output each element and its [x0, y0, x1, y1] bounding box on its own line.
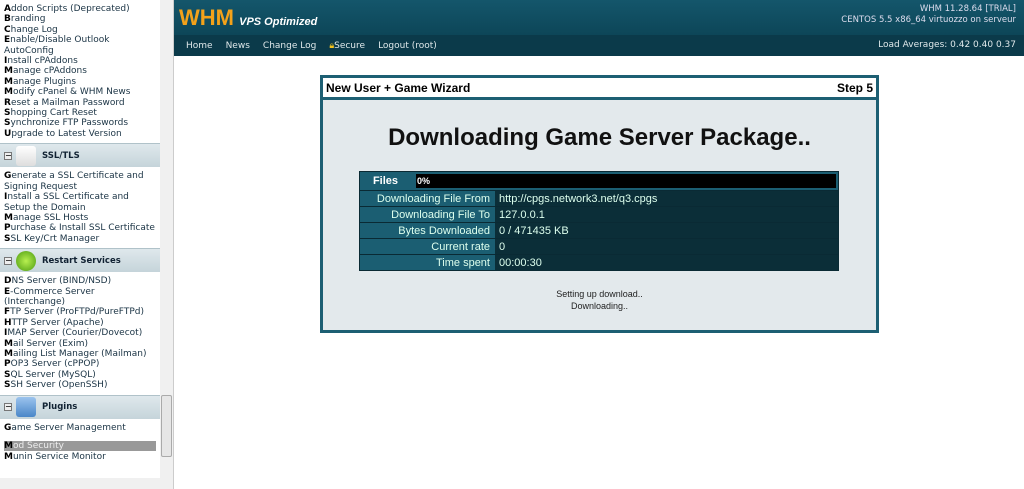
sidebar-link-manage-cpaddons[interactable]: Manage cPAddons — [4, 66, 156, 76]
sidebar-link-install-cpaddons[interactable]: Install cPAddons — [4, 56, 156, 66]
nav-home[interactable]: Home — [186, 41, 213, 51]
row-value: 00:00:30 — [495, 255, 838, 270]
sidebar-link-mailing-list-manager-mailman[interactable]: Mailing List Manager (Mailman) — [4, 349, 156, 359]
nav-change-log[interactable]: Change Log — [263, 41, 316, 51]
sidebar: Addon Scripts (Deprecated) Branding Change… — [0, 0, 174, 489]
row-value: http://cpgs.network3.net/q3.cpgs — [495, 191, 838, 206]
collapse-icon[interactable]: − — [4, 403, 12, 412]
row-value: 0 — [495, 239, 838, 254]
status-messages: Setting up download.. Downloading.. — [323, 288, 876, 312]
sidebar-list: Generate a SSL Certificate and Signing R… — [0, 167, 173, 248]
sidebar-link-addon-scripts-deprecated[interactable]: Addon Scripts (Deprecated) — [4, 4, 156, 14]
sidebar-horizontal-scrollbar[interactable] — [0, 478, 173, 489]
collapse-icon[interactable]: − — [4, 256, 12, 265]
sidebar-list: DNS Server (BIND/NSD) E-Commerce Server (… — [0, 272, 173, 394]
nav-news[interactable]: News — [226, 41, 250, 51]
sidebar-link-synchronize-ftp-passwords[interactable]: Synchronize FTP Passwords — [4, 118, 156, 128]
nav-logout[interactable]: Logout (root) — [378, 41, 437, 51]
wizard-title-bar: New User + Game Wizard Step 5 — [323, 78, 876, 100]
restart-icon — [16, 250, 36, 271]
wizard-panel: New User + Game Wizard Step 5 Downloadin… — [320, 75, 879, 333]
puzzle-icon — [16, 397, 36, 418]
sidebar-vertical-scrollbar[interactable] — [160, 0, 173, 478]
logo-subtitle: VPS Optimized — [239, 16, 318, 28]
status-line: Setting up download.. — [556, 289, 643, 299]
status-line: Downloading.. — [570, 301, 629, 311]
sidebar-link-munin-service-monitor[interactable]: Munin Service Monitor — [4, 452, 156, 462]
sidebar-link-e-commerce-server-interchange[interactable]: E-Commerce Server (Interchange) — [4, 287, 156, 308]
load-averages: Load Averages: 0.42 0.40 0.37 — [878, 40, 1016, 50]
sidebar-link-manage-ssl-hosts[interactable]: Manage SSL Hosts — [4, 213, 156, 223]
top-nav: Home News Change Log 🔒︎Secure Logout (ro… — [174, 35, 1024, 56]
sidebar-link-manage-plugins[interactable]: Manage Plugins — [4, 77, 156, 87]
sidebar-link-enable-disable-outlook-autoconfig[interactable]: Enable/Disable Outlook AutoConfig — [4, 35, 156, 56]
row-label: Time spent — [435, 257, 490, 269]
wizard-heading: Downloading Game Server Package.. — [388, 124, 811, 151]
os-text: CENTOS 5.5 x86_64 virtuozzo on serveur — [841, 15, 1016, 25]
files-progress-bar: 0% — [416, 174, 836, 188]
sidebar-content: Addon Scripts (Deprecated) Branding Change… — [0, 0, 173, 466]
secure-label: Secure — [334, 40, 366, 51]
section-title: Restart Services — [42, 255, 121, 266]
section-title: SSL/TLS — [42, 150, 80, 161]
sidebar-link-modify-cpanel-whm-news[interactable]: Modify cPanel & WHM News — [4, 87, 156, 97]
section-header-plugins[interactable]: − Plugins — [0, 394, 160, 419]
section-header-ssl-tls[interactable]: − SSL/TLS — [0, 143, 160, 168]
scrollbar-thumb[interactable] — [161, 395, 172, 457]
sidebar-link-branding[interactable]: Branding — [4, 14, 156, 24]
files-row: Files 0% — [360, 172, 838, 191]
sidebar-link-mod-security[interactable]: Mod Security — [4, 441, 156, 452]
sidebar-link-change-log[interactable]: Change Log — [4, 25, 156, 35]
row-label: Downloading File From — [376, 193, 490, 205]
sidebar-link-ftp-server-proftpd-pureftpd[interactable]: FTP Server (ProFTPd/PureFTPd) — [4, 307, 156, 317]
sidebar-link-purchase-install-ssl-certificate[interactable]: Purchase & Install SSL Certificate — [4, 223, 156, 233]
section-header-restart-services[interactable]: − Restart Services — [0, 248, 160, 273]
whm-logo[interactable]: WHM VPS Optimized — [179, 5, 317, 31]
download-table: Files 0% Downloading File From http://cpg… — [359, 171, 839, 271]
sidebar-link-shopping-cart-reset[interactable]: Shopping Cart Reset — [4, 108, 156, 118]
row-label: Current rate — [431, 241, 490, 253]
sidebar-link-ssh-server-openssh[interactable]: SSH Server (OpenSSH) — [4, 380, 156, 390]
sidebar-link-http-server-apache[interactable]: HTTP Server (Apache) — [4, 318, 156, 328]
row-label: Bytes Downloaded — [398, 225, 490, 237]
sidebar-link-mail-server-exim[interactable]: Mail Server (Exim) — [4, 339, 156, 349]
sidebar-link-upgrade-to-latest-version[interactable]: Upgrade to Latest Version — [4, 129, 156, 139]
sidebar-link-sql-server-mysql[interactable]: SQL Server (MySQL) — [4, 370, 156, 380]
download-info-row: Bytes Downloaded 0 / 471435 KB — [360, 223, 838, 239]
row-value: 127.0.0.1 — [495, 207, 838, 222]
logo-text: WHM — [179, 5, 234, 30]
row-label: Downloading File To — [391, 209, 490, 221]
sidebar-link-reset-a-mailman-password[interactable]: Reset a Mailman Password — [4, 98, 156, 108]
sidebar-link-imap-server-courier-dovecot[interactable]: IMAP Server (Courier/Dovecot) — [4, 328, 156, 338]
certificate-icon — [16, 145, 36, 166]
wizard-title: New User + Game Wizard — [326, 80, 471, 95]
version-text: WHM 11.28.64 [TRIAL] — [919, 4, 1016, 14]
download-info-row: Time spent 00:00:30 — [360, 255, 838, 271]
download-info-row: Current rate 0 — [360, 239, 838, 255]
sidebar-link-generate-a-ssl-certificate-and-signing-request[interactable]: Generate a SSL Certificate and Signing R… — [4, 171, 156, 192]
sidebar-list: Game Server Management Mod Security Munin … — [0, 419, 173, 467]
sidebar-link-ssl-key-crt-manager[interactable]: SSL Key/Crt Manager — [4, 234, 156, 244]
sidebar-link-pop3-server-cppop[interactable]: POP3 Server (cPPOP) — [4, 359, 156, 369]
sidebar-link-dns-server-bind-nsd[interactable]: DNS Server (BIND/NSD) — [4, 276, 156, 286]
collapse-icon[interactable]: − — [4, 151, 12, 160]
system-info: WHM 11.28.64 [TRIAL] CENTOS 5.5 x86_64 v… — [841, 4, 1016, 26]
header: WHM VPS Optimized WHM 11.28.64 [TRIAL] C… — [174, 0, 1024, 35]
sidebar-list: Addon Scripts (Deprecated) Branding Change… — [0, 0, 173, 143]
row-value: 0 / 471435 KB — [495, 223, 838, 238]
download-info-row: Downloading File From http://cpgs.network… — [360, 191, 838, 207]
progress-text: 0% — [417, 176, 431, 186]
sidebar-link-install-a-ssl-certificate-and-setup-the-domain[interactable]: Install a SSL Certificate and Setup the … — [4, 192, 156, 213]
nav-secure[interactable]: 🔒︎Secure — [329, 41, 365, 51]
download-info-row: Downloading File To 127.0.0.1 — [360, 207, 838, 223]
section-title: Plugins — [42, 402, 78, 413]
sidebar-link-game-server-management[interactable]: Game Server Management — [4, 423, 156, 433]
wizard-step: Step 5 — [836, 80, 873, 95]
files-label: Files — [372, 175, 399, 187]
